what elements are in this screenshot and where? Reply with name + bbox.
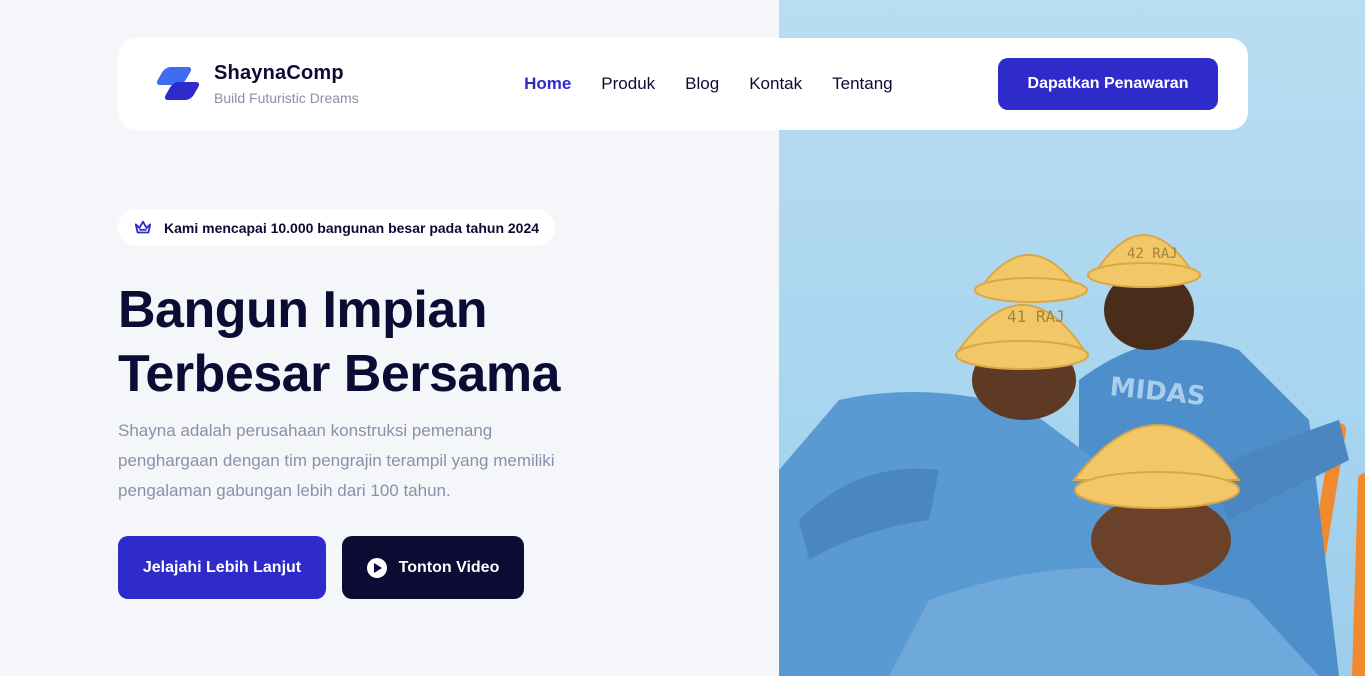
brand-name: ShaynaComp <box>214 62 344 84</box>
headline-line-2: Terbesar Bersama <box>118 345 560 403</box>
brand-logo-icon <box>152 64 202 104</box>
get-offer-button[interactable]: Dapatkan Penawaran <box>998 58 1218 110</box>
helmet-number-a: 42 RAJ <box>1127 246 1178 262</box>
watch-video-label: Tonton Video <box>398 558 500 576</box>
watch-video-button[interactable]: Tonton Video <box>342 536 524 599</box>
nav-item-kontak[interactable]: Kontak <box>749 74 802 94</box>
play-icon <box>366 557 387 578</box>
nav-links: Home Produk Blog Kontak Tentang <box>524 74 893 94</box>
helmet-number-b: 41 RAJ <box>1007 307 1065 326</box>
explore-more-button[interactable]: Jelajahi Lebih Lanjut <box>118 536 326 599</box>
brand-tagline: Build Futuristic Dreams <box>214 90 359 106</box>
top-navbar: ShaynaComp Build Futuristic Dreams Home … <box>118 38 1248 130</box>
nav-item-produk[interactable]: Produk <box>601 74 655 94</box>
brand-text: ShaynaComp Build Futuristic Dreams <box>214 62 359 106</box>
crown-icon <box>134 220 152 233</box>
badge-text: Kami mencapai 10.000 bangunan besar pada… <box>164 219 540 236</box>
brand[interactable]: ShaynaComp Build Futuristic Dreams <box>152 62 359 106</box>
nav-item-home[interactable]: Home <box>524 74 571 94</box>
achievement-badge: Kami mencapai 10.000 bangunan besar pada… <box>118 209 556 246</box>
hero-headline: Bangun Impian Terbesar Bersama <box>118 278 678 406</box>
nav-item-blog[interactable]: Blog <box>685 74 719 94</box>
nav-item-tentang[interactable]: Tentang <box>832 74 893 94</box>
hero-description: Shayna adalah perusahaan konstruksi peme… <box>118 421 555 500</box>
headline-line-1: Bangun Impian <box>118 281 488 339</box>
